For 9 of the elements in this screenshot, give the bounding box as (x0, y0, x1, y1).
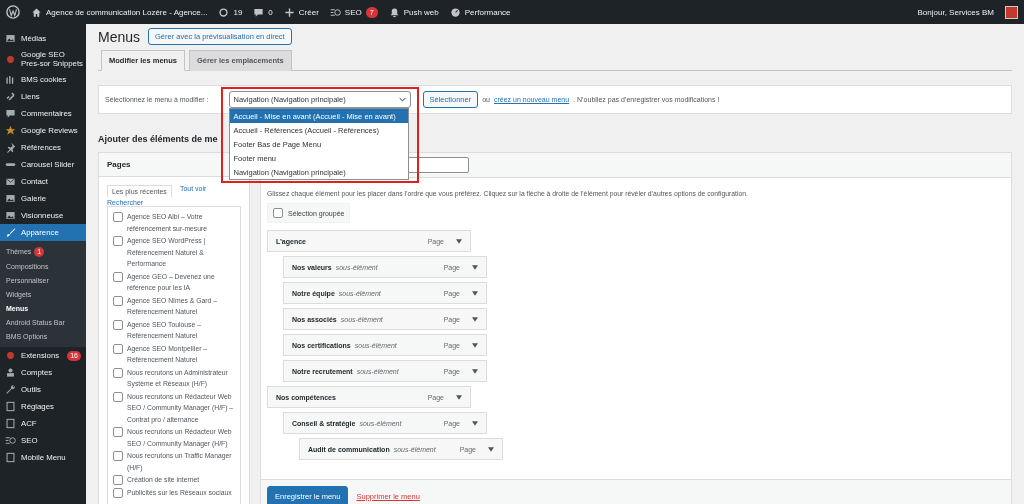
push-link[interactable]: Push web (388, 6, 439, 18)
performance-link[interactable]: Performance (449, 6, 511, 18)
account-link[interactable]: Bonjour, Services BM (917, 7, 994, 17)
create-link[interactable]: Créer (283, 6, 319, 18)
site-link[interactable]: Agence de communication Lozère - Agence... (31, 6, 208, 18)
page-title: Menus (98, 28, 141, 45)
comments-link[interactable]: 0 (253, 6, 273, 18)
updates-link[interactable]: 19 (218, 6, 243, 18)
section-heading: Ajouter des éléments de me (98, 134, 218, 144)
